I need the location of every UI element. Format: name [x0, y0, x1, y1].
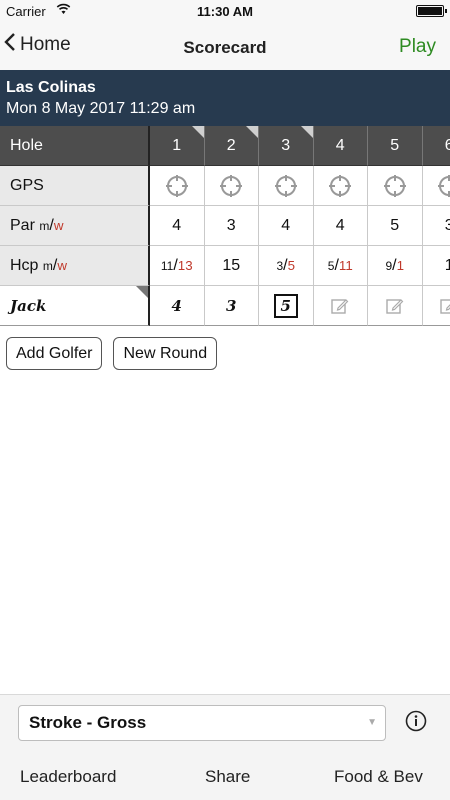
score-cell[interactable]: 4 [150, 286, 205, 326]
edit-icon[interactable] [313, 286, 368, 326]
par-cell: 4 [259, 206, 314, 246]
course-header: Las Colinas Mon 8 May 2017 11:29 am [0, 70, 450, 126]
corner-marker [191, 126, 204, 138]
status-bar: Carrier 11:30 AM [0, 0, 450, 22]
gps-label: GPS [0, 166, 150, 206]
player-row: Jack 4 3 5 [0, 286, 450, 326]
crosshair-icon[interactable] [368, 166, 423, 206]
back-button[interactable]: Home [4, 32, 71, 58]
crosshair-icon[interactable] [313, 166, 368, 206]
hole-number-cell[interactable]: 4 [313, 126, 368, 166]
corner-marker [300, 126, 313, 138]
action-buttons: Add Golfer New Round [6, 337, 218, 370]
edit-icon[interactable] [422, 286, 450, 326]
hcp-cell: 3/5 [259, 246, 314, 286]
new-round-button[interactable]: New Round [113, 337, 218, 370]
bottom-panel: Stroke - Gross ▼ Leaderboard Share Food … [0, 694, 450, 800]
hcp-cell: 1 [422, 246, 450, 286]
chevron-down-icon: ▼ [367, 717, 377, 728]
hole-number-cell[interactable]: 5 [368, 126, 423, 166]
hole-number-cell[interactable]: 2 [204, 126, 259, 166]
player-name: Jack [10, 296, 47, 315]
hole-label: Hole [0, 126, 150, 166]
score-cell[interactable]: 5 [259, 286, 314, 326]
hole-number-cell[interactable]: 3 [259, 126, 314, 166]
crosshair-icon[interactable] [150, 166, 205, 206]
tab-food-bev[interactable]: Food & Bev [334, 767, 423, 787]
hcp-row: Hcp m / w 11/13 15 3/5 5/11 9/1 1 [0, 246, 450, 286]
scorecard-grid: Hole 1 2 3 4 5 6 GPS Par m / w 4 3 4 4 5 3… [0, 126, 450, 326]
par-label: Par m / w [0, 206, 150, 246]
hcp-cell: 15 [204, 246, 259, 286]
score-cell[interactable]: 3 [204, 286, 259, 326]
hole-number-cell[interactable]: 1 [150, 126, 205, 166]
tab-leaderboard[interactable]: Leaderboard [20, 767, 116, 787]
round-datetime: Mon 8 May 2017 11:29 am [6, 100, 196, 117]
par-cell: 4 [313, 206, 368, 246]
par-row: Par m / w 4 3 4 4 5 3 [0, 206, 450, 246]
add-golfer-button[interactable]: Add Golfer [6, 337, 103, 370]
chevron-left-icon [4, 32, 20, 58]
scoring-mode-select[interactable]: Stroke - Gross ▼ [18, 705, 386, 741]
battery-icon [416, 5, 447, 17]
bogey-box: 5 [273, 293, 298, 318]
clock: 11:30 AM [197, 4, 253, 19]
corner-marker [136, 286, 148, 298]
hcp-cell: 11/13 [150, 246, 205, 286]
par-cell: 4 [150, 206, 205, 246]
tab-share[interactable]: Share [205, 767, 250, 787]
crosshair-icon[interactable] [259, 166, 314, 206]
crosshair-icon[interactable] [422, 166, 450, 206]
crosshair-icon[interactable] [204, 166, 259, 206]
navigation-bar: Home Scorecard Play [0, 22, 450, 70]
corner-marker [246, 126, 258, 138]
scoring-mode-value: Stroke - Gross [29, 713, 147, 732]
course-name: Las Colinas [6, 79, 96, 96]
hole-number-cell[interactable]: 6 [422, 126, 450, 166]
hcp-label: Hcp m / w [0, 246, 150, 286]
player-name-cell[interactable]: Jack [0, 286, 150, 326]
hcp-cell: 9/1 [368, 246, 423, 286]
edit-icon[interactable] [368, 286, 423, 326]
par-cell: 3 [204, 206, 259, 246]
back-label: Home [20, 34, 71, 55]
par-cell: 3 [422, 206, 450, 246]
par-cell: 5 [368, 206, 423, 246]
hcp-cell: 5/11 [313, 246, 368, 286]
info-icon[interactable] [405, 710, 427, 732]
hole-row: Hole 1 2 3 4 5 6 [0, 126, 450, 166]
gps-row: GPS [0, 166, 450, 206]
play-button[interactable]: Play [399, 36, 436, 58]
